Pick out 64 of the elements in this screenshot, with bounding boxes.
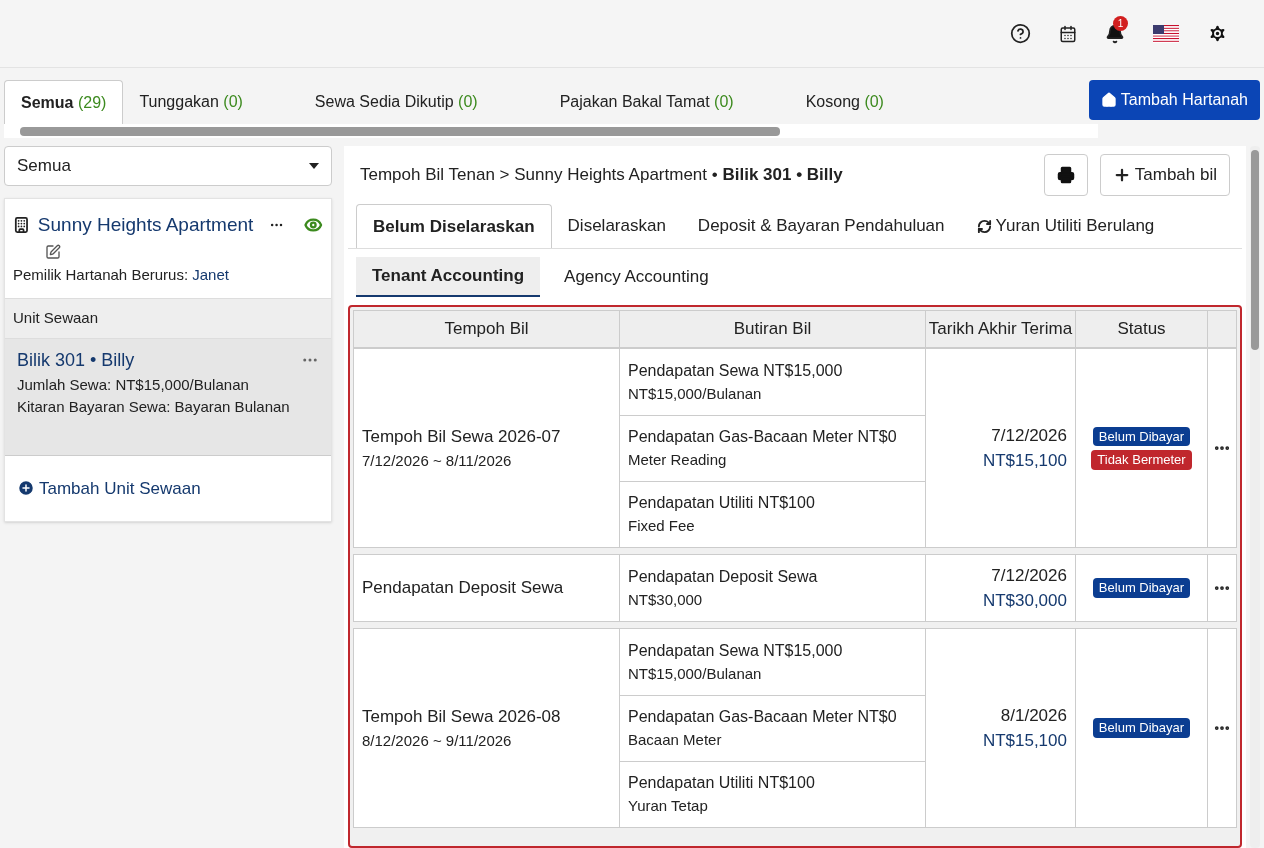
breadcrumb: Tempoh Bil Tenan > Sunny Heights Apartment • Bilik 301 • Billy	[360, 164, 843, 187]
bill-tab[interactable]: Yuran Utiliti Berulang	[960, 204, 1171, 248]
due-date: 7/12/2026	[991, 564, 1067, 587]
unit-rent: Jumlah Sewa: NT$15,000/Bulanan	[17, 374, 250, 395]
building-icon	[13, 215, 30, 236]
filter-tab[interactable]: Kosong (0)	[789, 80, 900, 124]
period-range: 7/12/2026 ~ 8/11/2026	[362, 450, 513, 471]
unit-cycle: Kitaran Bayaran Sewa: Bayaran Bulanan	[17, 397, 291, 417]
bill-tab[interactable]: Deposit & Bayaran Pendahuluan	[681, 204, 961, 248]
bill-item: Pendapatan Deposit Sewa NT$30,000	[627, 566, 819, 610]
help-icon[interactable]	[1010, 23, 1031, 44]
bill-item: Pendapatan Sewa NT$15,000 NT$15,000/Bulanan	[627, 640, 844, 684]
print-button[interactable]	[1043, 154, 1088, 196]
house-icon	[1100, 92, 1117, 108]
status-badge: Tidak Bermeter	[1091, 450, 1192, 470]
bill-item: Pendapatan Utiliti NT$100 Yuran Tetap	[620, 761, 925, 827]
calendar-icon[interactable]	[1059, 24, 1077, 43]
plus-circle-icon	[17, 479, 35, 498]
filter-dropdown[interactable]: Semua	[4, 146, 332, 186]
vertical-scrollbar[interactable]	[1250, 146, 1260, 848]
status-badge: Belum Dibayar	[1092, 578, 1191, 598]
add-bill-button[interactable]: Tambah bil	[1099, 154, 1230, 196]
filter-tab[interactable]: Semua (29)	[4, 80, 124, 124]
bill-amount: NT$15,100	[982, 450, 1067, 472]
column-header: Butiran Bil	[620, 311, 926, 347]
horizontal-scrollbar[interactable]	[4, 124, 1098, 138]
bill-item: Pendapatan Sewa NT$15,000 NT$15,000/Bulanan	[627, 360, 844, 404]
status-badge: Belum Dibayar	[1092, 718, 1191, 738]
unit-item[interactable]: Bilik 301 • Billy Jumlah Sewa: NT$15,000/Bulanan Kitaran Bayaran Sewa: Bayaran Bulanan	[5, 338, 331, 456]
units-heading: Unit Sewaan	[5, 298, 331, 339]
unit-name: Bilik 301 • Billy	[17, 348, 135, 372]
status-badge: Belum Dibayar	[1092, 426, 1191, 446]
bill-period: Tempoh Bil Sewa 2026-08	[362, 706, 562, 728]
filter-tab[interactable]: Pajakan Bakal Tamat (0)	[543, 80, 750, 124]
settings-icon[interactable]	[1207, 23, 1228, 44]
owner-text: Pemilik Hartanah Berurus: Janet	[13, 264, 230, 285]
bill-item: Pendapatan Gas-Bacaan Meter NT$0 Bacaan Meter	[620, 695, 925, 761]
add-property-button[interactable]: Tambah Hartanah	[1088, 80, 1260, 120]
column-header: Status	[1076, 311, 1208, 347]
bill-tab[interactable]: Belum Diselaraskan	[356, 204, 552, 248]
property-name[interactable]: Sunny Heights Apartment	[37, 211, 254, 240]
printer-icon	[1056, 166, 1075, 184]
edit-icon[interactable]	[45, 243, 61, 260]
bill-item: Pendapatan Gas-Bacaan Meter NT$0 Meter Reading	[620, 415, 925, 481]
bill-amount: NT$15,100	[982, 730, 1067, 752]
column-header: Tarikh Akhir Terima	[926, 311, 1076, 347]
bill-period: Pendapatan Deposit Sewa	[362, 577, 565, 600]
add-unit-link[interactable]: Tambah Unit Sewaan	[5, 455, 213, 521]
due-date: 8/1/2026	[1000, 704, 1067, 727]
due-date: 7/12/2026	[991, 424, 1067, 447]
filter-tab[interactable]: Tunggakan (0)	[123, 80, 259, 124]
bill-period: Tempoh Bil Sewa 2026-07	[362, 426, 562, 448]
flag-icon[interactable]	[1153, 24, 1179, 43]
accounting-tab[interactable]: Agency Accounting	[548, 257, 725, 297]
caret-icon	[309, 163, 319, 169]
bill-amount: NT$30,000	[982, 590, 1067, 612]
bill-item: Pendapatan Utiliti NT$100 Fixed Fee	[620, 481, 925, 547]
notification-badge: 1	[1113, 15, 1128, 31]
filter-tab[interactable]: Sewa Sedia Dikutip (0)	[298, 80, 494, 124]
refresh-icon	[976, 218, 992, 234]
bill-tab[interactable]: Diselaraskan	[551, 204, 682, 248]
column-header: Tempoh Bil	[354, 311, 620, 347]
period-range: 8/12/2026 ~ 9/11/2026	[362, 730, 513, 751]
accounting-tab[interactable]: Tenant Accounting	[356, 257, 541, 297]
